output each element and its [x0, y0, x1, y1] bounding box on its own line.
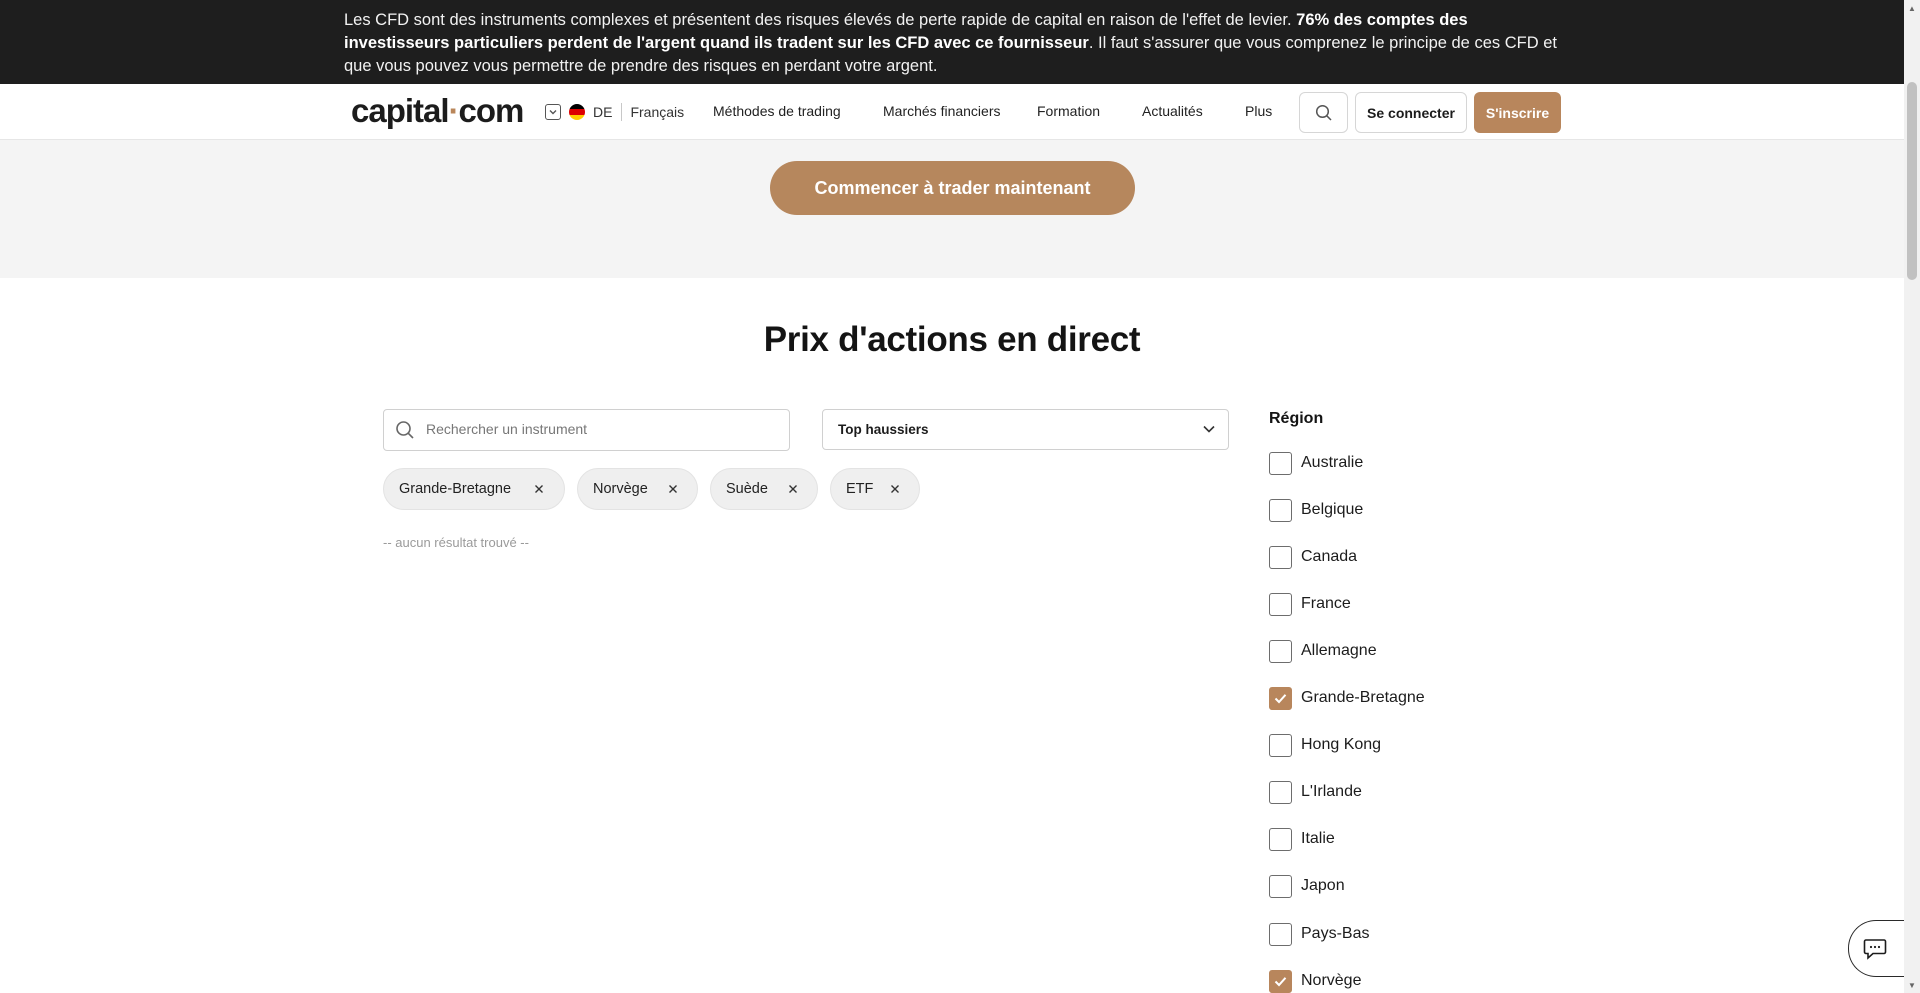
cta-section: Commencer à trader maintenant	[0, 140, 1904, 278]
no-results-message: -- aucun résultat trouvé --	[383, 535, 529, 550]
close-icon[interactable]	[666, 482, 680, 496]
filter-chip-suede[interactable]: Suède	[710, 468, 818, 510]
risk-text-part1: Les CFD sont des instruments complexes e…	[344, 11, 1297, 29]
language-divider	[621, 103, 623, 121]
region-option-australie[interactable]: Australie	[1269, 451, 1363, 475]
region-option-japon[interactable]: Japon	[1269, 874, 1345, 898]
nav-trading-methods[interactable]: Méthodes de trading	[713, 103, 841, 119]
germany-flag-icon	[569, 104, 585, 120]
region-option-norvege[interactable]: Norvège	[1269, 969, 1361, 993]
language-name[interactable]: Français	[630, 104, 684, 120]
start-trading-button[interactable]: Commencer à trader maintenant	[770, 161, 1135, 215]
region-option-pays-bas[interactable]: Pays-Bas	[1269, 922, 1369, 946]
region-option-hong-kong[interactable]: Hong Kong	[1269, 733, 1381, 757]
region-label: Allemagne	[1301, 642, 1377, 659]
region-checkbox[interactable]	[1269, 733, 1292, 757]
region-checkbox[interactable]	[1269, 498, 1292, 522]
region-checkbox-checked[interactable]	[1269, 969, 1292, 993]
region-option-grande-bretagne[interactable]: Grande-Bretagne	[1269, 686, 1425, 710]
page-title: Prix d'actions en direct	[763, 320, 1141, 359]
region-filter-title: Région	[1269, 410, 1324, 427]
region-label: Grande-Bretagne	[1301, 689, 1425, 706]
region-option-canada[interactable]: Canada	[1269, 545, 1357, 569]
scroll-up-arrow-icon[interactable]: ▲	[1904, 0, 1920, 16]
nav-financial-markets[interactable]: Marchés financiers	[883, 103, 1001, 119]
region-checkbox[interactable]	[1269, 545, 1292, 569]
close-icon[interactable]	[888, 482, 902, 496]
region-checkbox[interactable]	[1269, 874, 1292, 898]
chevron-down-icon[interactable]	[545, 104, 561, 120]
search-icon	[396, 421, 414, 439]
chevron-down-icon	[1203, 425, 1215, 433]
capital-com-logo[interactable]: capital·com	[351, 92, 525, 130]
search-icon	[1315, 104, 1332, 121]
region-checkbox[interactable]	[1269, 922, 1292, 946]
check-icon	[1274, 976, 1287, 986]
region-option-allemagne[interactable]: Allemagne	[1269, 639, 1377, 663]
check-icon	[1274, 693, 1287, 703]
region-label: Belgique	[1301, 501, 1364, 518]
scroll-down-arrow-icon[interactable]: ▼	[1904, 977, 1920, 993]
chip-label: Grande-Bretagne	[399, 481, 512, 497]
chip-label: Norvège	[593, 481, 648, 497]
region-label: Norvège	[1301, 972, 1362, 989]
close-icon[interactable]	[532, 482, 546, 496]
filter-chip-grande-bretagne[interactable]: Grande-Bretagne	[383, 468, 565, 510]
region-label: France	[1301, 595, 1351, 612]
region-label: Canada	[1301, 548, 1358, 565]
region-checkbox[interactable]	[1269, 780, 1292, 804]
scrollbar-thumb[interactable]	[1907, 82, 1917, 280]
nav-education[interactable]: Formation	[1037, 103, 1100, 119]
chat-icon	[1863, 938, 1886, 960]
logo-part2: com	[458, 92, 525, 129]
page-scrollbar[interactable]: ▲ ▼	[1904, 0, 1920, 993]
region-option-france[interactable]: France	[1269, 592, 1351, 616]
region-label: Japon	[1301, 877, 1345, 894]
chat-widget-button[interactable]	[1848, 920, 1908, 977]
header-search-button[interactable]	[1299, 92, 1348, 133]
region-label: L'Irlande	[1301, 783, 1362, 800]
signup-button[interactable]: S'inscrire	[1474, 92, 1561, 133]
region-label: Italie	[1301, 830, 1335, 847]
chip-label: ETF	[846, 481, 874, 497]
chip-label: Suède	[726, 481, 768, 497]
logo-dot: ·	[448, 92, 460, 129]
region-checkbox[interactable]	[1269, 592, 1292, 616]
risk-warning-text: Les CFD sont des instruments complexes e…	[344, 9, 1564, 78]
risk-warning-banner: Les CFD sont des instruments complexes e…	[0, 0, 1904, 84]
region-checkbox[interactable]	[1269, 451, 1292, 475]
logo-part1: capital	[351, 92, 450, 129]
instrument-search-input[interactable]	[426, 421, 766, 437]
instrument-search[interactable]	[383, 409, 790, 451]
region-label: Hong Kong	[1301, 736, 1382, 753]
nav-news[interactable]: Actualités	[1142, 103, 1203, 119]
sort-selected-value: Top haussiers	[838, 422, 929, 437]
filter-chip-norvege[interactable]: Norvège	[577, 468, 698, 510]
region-option-irlande[interactable]: L'Irlande	[1269, 780, 1362, 804]
filter-chip-etf[interactable]: ETF	[830, 468, 920, 510]
region-checkbox[interactable]	[1269, 639, 1292, 663]
close-icon[interactable]	[786, 482, 800, 496]
region-checkbox-checked[interactable]	[1269, 686, 1292, 710]
region-option-italie[interactable]: Italie	[1269, 827, 1335, 851]
region-option-belgique[interactable]: Belgique	[1269, 498, 1363, 522]
language-selector[interactable]: DE Français	[545, 102, 684, 122]
region-label: Pays-Bas	[1301, 925, 1370, 942]
site-header: capital·com DE Français Méthodes de trad…	[0, 84, 1904, 140]
login-button[interactable]: Se connecter	[1355, 92, 1467, 133]
nav-more[interactable]: Plus	[1245, 103, 1272, 119]
region-code: DE	[593, 104, 613, 120]
sort-dropdown[interactable]: Top haussiers	[822, 409, 1229, 450]
region-label: Australie	[1301, 454, 1364, 471]
region-checkbox[interactable]	[1269, 827, 1292, 851]
